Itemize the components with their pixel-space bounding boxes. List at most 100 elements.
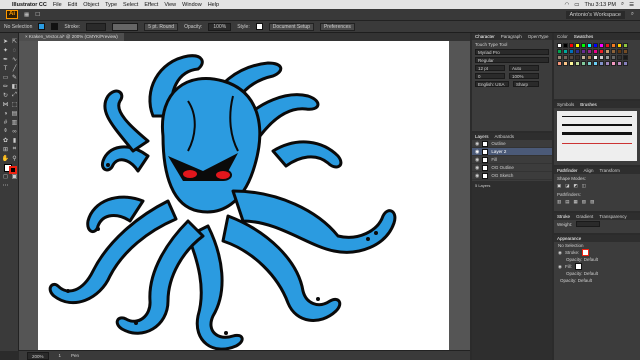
tab-transparency[interactable]: Transparency bbox=[599, 214, 626, 219]
swatch-cell[interactable] bbox=[563, 55, 568, 60]
swatch-cell[interactable] bbox=[587, 43, 592, 48]
opacity-default[interactable]: Opacity: Default bbox=[566, 271, 598, 276]
width-tool-icon[interactable]: ⋈ bbox=[1, 100, 10, 109]
layer-row[interactable]: ◉ Outline bbox=[472, 140, 552, 148]
wifi-icon[interactable]: ◠ bbox=[564, 2, 569, 8]
tab-pathfinder[interactable]: Pathfinder bbox=[557, 168, 578, 173]
mesh-tool-icon[interactable]: # bbox=[1, 118, 10, 127]
brush-definition[interactable]: 5 pt. Round bbox=[144, 22, 179, 31]
selection-tool-icon[interactable]: ➤ bbox=[1, 37, 10, 46]
battery-icon[interactable]: ▭ bbox=[574, 2, 579, 8]
menu-effect[interactable]: Effect bbox=[144, 2, 158, 8]
swatch-cell[interactable] bbox=[611, 61, 616, 66]
eraser-icon[interactable]: ◧ bbox=[10, 82, 19, 91]
kraken-artwork[interactable] bbox=[38, 41, 449, 350]
swatch-cell[interactable] bbox=[599, 49, 604, 54]
brush-stroke[interactable] bbox=[562, 120, 632, 126]
swatch-cell[interactable] bbox=[563, 61, 568, 66]
magic-wand-icon[interactable]: ✦ bbox=[1, 46, 10, 55]
perspective-grid-icon[interactable]: ▤ bbox=[10, 109, 19, 118]
swatch-cell[interactable] bbox=[617, 55, 622, 60]
artboard-nav[interactable]: 1 bbox=[59, 353, 62, 358]
tab-brushes[interactable]: Brushes bbox=[580, 102, 597, 107]
draw-mode-icon[interactable]: ◻ bbox=[1, 172, 10, 181]
swatch-cell[interactable] bbox=[599, 43, 604, 48]
swatch-cell[interactable] bbox=[587, 49, 592, 54]
swatch-cell[interactable] bbox=[575, 55, 580, 60]
tab-paragraph[interactable]: Paragraph bbox=[501, 34, 522, 39]
graphic-style-swatch[interactable] bbox=[255, 23, 263, 30]
tab-layers[interactable]: Layers bbox=[475, 134, 489, 139]
swatch-cell[interactable] bbox=[587, 55, 592, 60]
eye-icon[interactable]: ◉ bbox=[475, 149, 479, 155]
tab-color[interactable]: Color bbox=[557, 34, 568, 39]
artboard[interactable] bbox=[38, 41, 449, 350]
tab-character[interactable]: Character bbox=[475, 34, 495, 39]
swatch-grid[interactable] bbox=[554, 40, 640, 69]
document-setup-button[interactable]: Document Setup bbox=[268, 22, 314, 31]
gradient-tool-icon[interactable]: ▥ bbox=[10, 118, 19, 127]
menu-type[interactable]: Type bbox=[105, 2, 117, 8]
app-menu[interactable]: Illustrator CC bbox=[12, 2, 47, 8]
swatch-cell[interactable] bbox=[617, 43, 622, 48]
paintbrush-icon[interactable]: ✎ bbox=[10, 73, 19, 82]
menu-window[interactable]: Window bbox=[182, 2, 202, 8]
swatch-cell[interactable] bbox=[569, 43, 574, 48]
eye-icon[interactable]: ◉ bbox=[558, 250, 562, 256]
opacity-default[interactable]: Opacity: Default bbox=[566, 257, 598, 262]
opacity-default[interactable]: Opacity: Default bbox=[560, 278, 592, 283]
swatch-cell[interactable] bbox=[599, 61, 604, 66]
swatch-cell[interactable] bbox=[605, 61, 610, 66]
swatch-cell[interactable] bbox=[611, 49, 616, 54]
exclude-icon[interactable]: ◫ bbox=[582, 183, 586, 189]
tab-gradient[interactable]: Gradient bbox=[576, 214, 593, 219]
symbol-sprayer-icon[interactable]: ✿ bbox=[1, 136, 10, 145]
intersect-icon[interactable]: ◩ bbox=[574, 183, 578, 189]
tab-opentype[interactable]: OpenType bbox=[528, 34, 549, 39]
swatch-cell[interactable] bbox=[575, 61, 580, 66]
zoom-field[interactable]: 200% bbox=[27, 351, 49, 360]
swatch-cell[interactable] bbox=[581, 61, 586, 66]
lasso-icon[interactable]: ◌ bbox=[10, 46, 19, 55]
swatch-cell[interactable] bbox=[593, 43, 598, 48]
appearance-title[interactable]: Appearance bbox=[557, 236, 581, 241]
font-family-field[interactable]: Myriad Pro bbox=[475, 49, 549, 55]
divide-icon[interactable]: ▥ bbox=[557, 199, 561, 205]
eye-icon[interactable]: ◉ bbox=[558, 264, 562, 270]
swatch-cell[interactable] bbox=[611, 55, 616, 60]
menu-select[interactable]: Select bbox=[123, 2, 138, 8]
brush-stroke[interactable] bbox=[562, 138, 632, 144]
opacity-field[interactable]: 100% bbox=[208, 22, 232, 31]
graph-tool-icon[interactable]: ▮ bbox=[10, 136, 19, 145]
tracking-field[interactable]: 0 bbox=[475, 73, 505, 79]
workspace-switcher[interactable]: Antonio's Workspace bbox=[565, 10, 625, 19]
swatch-cell[interactable] bbox=[623, 55, 628, 60]
tab-symbols[interactable]: Symbols bbox=[557, 102, 574, 107]
direct-selection-tool-icon[interactable]: ⇱ bbox=[10, 37, 19, 46]
tab-swatches[interactable]: Swatches bbox=[574, 34, 594, 39]
swatch-cell[interactable] bbox=[557, 55, 562, 60]
free-transform-icon[interactable]: ⬚ bbox=[10, 100, 19, 109]
crop-icon[interactable]: ▧ bbox=[582, 199, 586, 205]
layer-row[interactable]: ◉ OG Outline bbox=[472, 164, 552, 172]
leading-field[interactable]: Auto bbox=[509, 65, 539, 71]
eye-icon[interactable]: ◉ bbox=[475, 141, 479, 147]
swatch-cell[interactable] bbox=[617, 61, 622, 66]
menu-object[interactable]: Object bbox=[83, 2, 99, 8]
type-tool-icon[interactable]: T bbox=[1, 64, 10, 73]
swatch-cell[interactable] bbox=[593, 49, 598, 54]
pencil-icon[interactable]: ✏ bbox=[1, 82, 10, 91]
font-size-field[interactable]: 12 pt bbox=[475, 65, 505, 71]
swatch-cell[interactable] bbox=[581, 49, 586, 54]
swatch-cell[interactable] bbox=[581, 43, 586, 48]
minus-front-icon[interactable]: ◪ bbox=[565, 183, 569, 189]
variable-width-profile[interactable] bbox=[112, 22, 139, 31]
curvature-tool-icon[interactable]: ∿ bbox=[10, 55, 19, 64]
swatch-cell[interactable] bbox=[605, 49, 610, 54]
swatch-cell[interactable] bbox=[605, 43, 610, 48]
stock-icon[interactable]: ☐ bbox=[35, 12, 40, 18]
fill-swatch[interactable] bbox=[574, 263, 582, 270]
layer-row[interactable]: ◉ Layer 2 bbox=[472, 148, 552, 156]
swatch-cell[interactable] bbox=[599, 55, 604, 60]
font-style-field[interactable]: Regular bbox=[475, 57, 549, 63]
